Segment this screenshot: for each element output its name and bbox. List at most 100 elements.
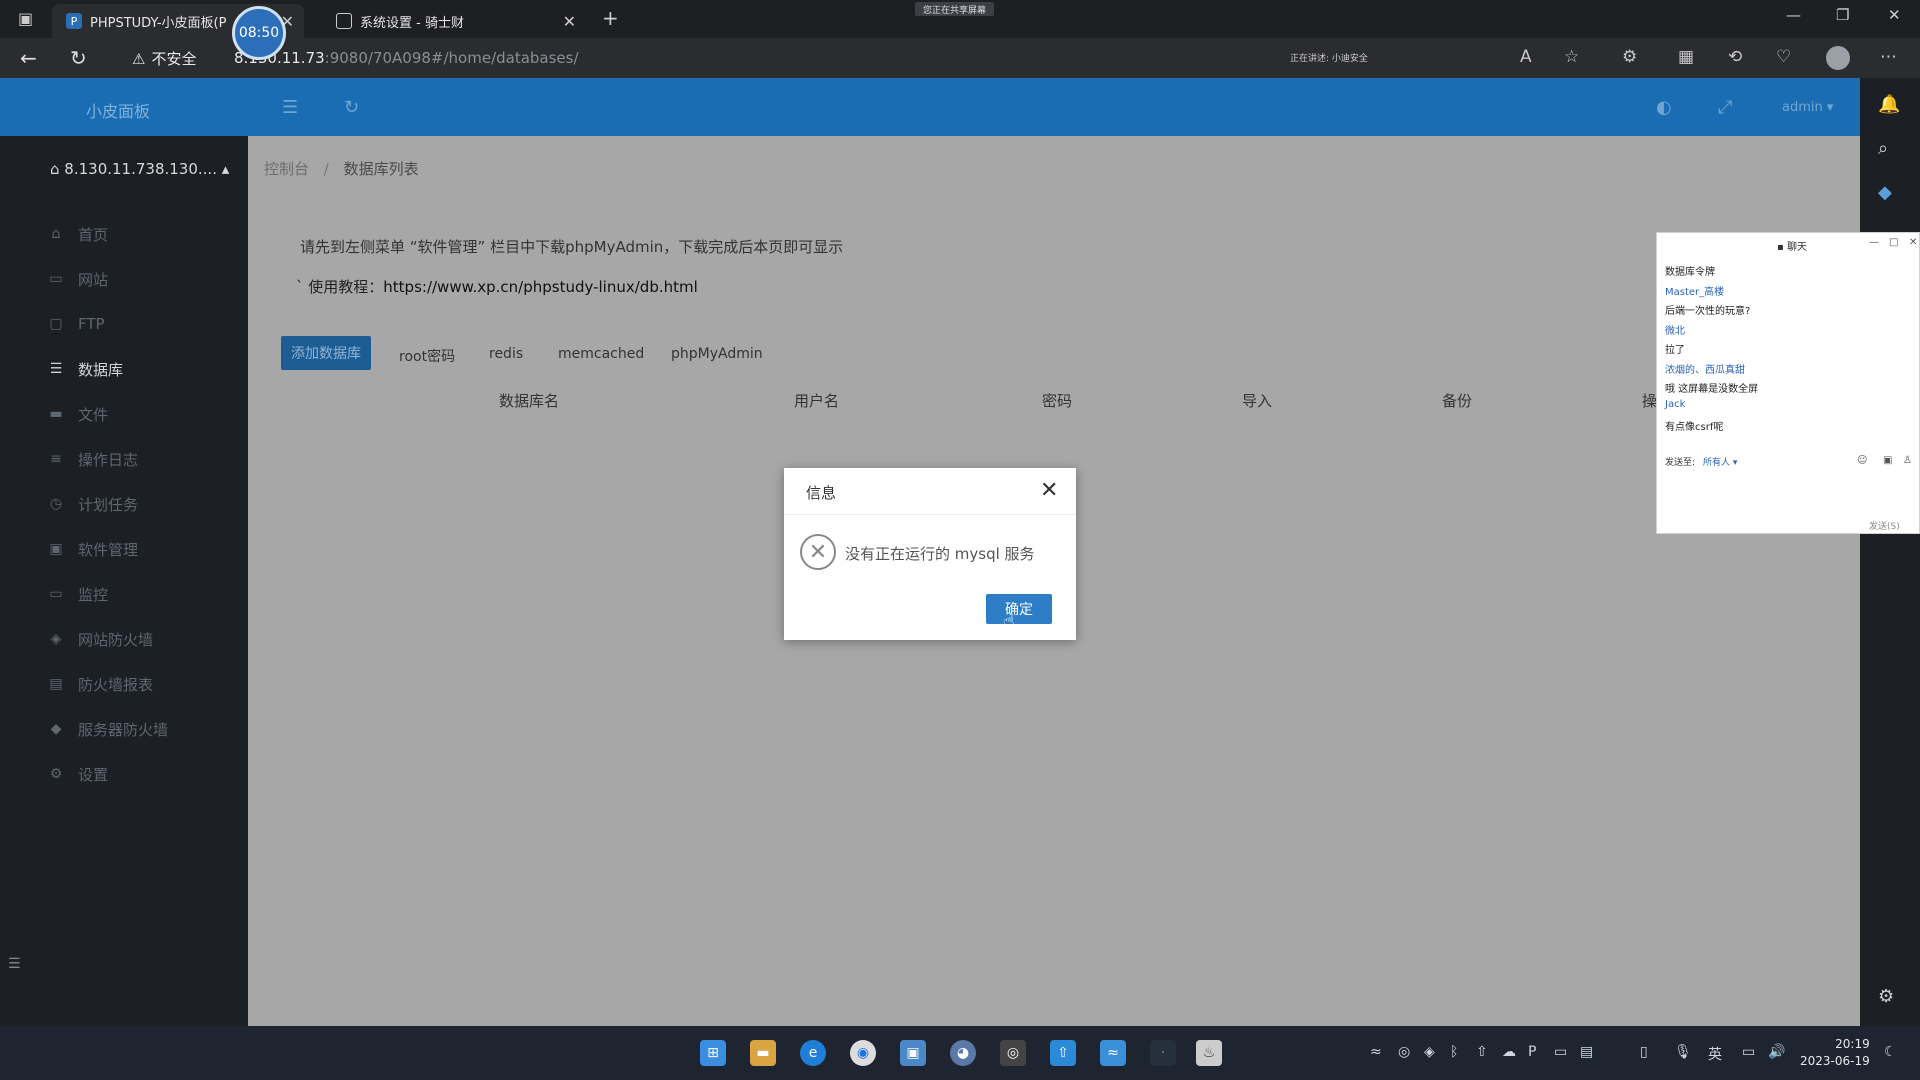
emoji-icon[interactable]: ☺ <box>1857 455 1867 466</box>
chat-title: ▪ 聊天 <box>1777 242 1807 253</box>
new-tab-button[interactable]: + <box>602 6 619 30</box>
tray-cloud-icon[interactable]: ☁ <box>1502 1044 1516 1060</box>
ok-button[interactable]: 确定 <box>986 594 1052 624</box>
globe-icon: ▭ <box>49 271 63 287</box>
meeting-icon[interactable]: ≈ <box>1100 1040 1126 1066</box>
col-password: 密码 <box>1042 392 1073 410</box>
clock[interactable]: 20:19 2023-06-19 <box>1800 1036 1870 1070</box>
chat-close-icon[interactable]: ✕ <box>1909 237 1917 248</box>
breadcrumb-home[interactable]: 控制台 <box>264 160 309 178</box>
phpmyadmin-button[interactable]: phpMyAdmin <box>671 346 763 362</box>
tray-shield-icon[interactable]: ◈ <box>1424 1044 1435 1060</box>
reload-icon[interactable]: ↻ <box>70 46 87 70</box>
health-icon[interactable]: ♡ <box>1776 47 1791 67</box>
sidebar: ⌂ 8.130.11.738.130.... ▴ ⌂ 首页 ▭ 网站 ▢ FTP ☰ 数… <box>0 136 248 1026</box>
sidebar-item-logs[interactable]: ≡ 操作日志 <box>48 447 138 471</box>
sidebar-item-database[interactable]: ☰ 数据库 <box>48 357 123 381</box>
close-tab-icon[interactable]: ✕ <box>563 12 576 31</box>
collapse-sidebar-icon[interactable]: ☰ <box>8 956 21 972</box>
avatar[interactable] <box>1826 46 1850 70</box>
close-window-icon[interactable]: ✕ <box>1888 6 1901 24</box>
tray-bluetooth-icon[interactable]: ᛒ <box>1450 1044 1458 1060</box>
file-icon[interactable]: ▣ <box>1883 455 1892 466</box>
read-aloud-icon[interactable]: A <box>1520 47 1532 67</box>
minimize-icon[interactable]: — <box>1786 6 1801 24</box>
tab-settings[interactable]: 系统设置 - 骑士财 ✕ <box>322 4 586 38</box>
screen-share-banner: 您正在共享屏幕 <box>915 2 995 16</box>
chat-recipient[interactable]: 发送至: 所有人 ▾ <box>1665 455 1737 468</box>
refresh-icon[interactable]: ↻ <box>344 97 359 118</box>
volume-icon[interactable]: 🔊 <box>1768 1044 1785 1060</box>
start-icon[interactable]: ⊞ <box>700 1040 726 1066</box>
user-menu[interactable]: admin ▾ <box>1782 100 1833 115</box>
sidebar-item-settings[interactable]: ⚙ 设置 <box>48 762 108 786</box>
chat-send-button[interactable]: 发送(S) <box>1869 519 1900 532</box>
tray-phone-icon[interactable]: ▯ <box>1640 1044 1648 1060</box>
server-selector[interactable]: ⌂ 8.130.11.738.130.... ▴ <box>50 160 229 178</box>
menu-toggle-icon[interactable]: ☰ <box>282 97 298 118</box>
sidebar-item-firewall-report[interactable]: ▤ 防火墙报表 <box>48 672 153 696</box>
person-icon[interactable]: ♙ <box>1903 455 1912 466</box>
narrator-status: 正在讲述: 小迪安全 <box>1290 54 1368 64</box>
history-icon[interactable]: ⟲ <box>1728 47 1742 67</box>
sidebar-item-files[interactable]: ▬ 文件 <box>48 402 108 426</box>
page-favicon-icon <box>336 13 352 29</box>
tray-app-icon[interactable]: ⇧ <box>1476 1044 1488 1060</box>
input-method-indicator[interactable]: 英 <box>1708 1044 1722 1064</box>
fullscreen-icon[interactable]: ⤢ <box>1718 97 1732 118</box>
phpmyadmin-notice: 请先到左侧菜单 “软件管理” 栏目中下载phpMyAdmin，下载完成后本页即可… <box>300 238 844 256</box>
tutorial-link[interactable]: https://www.xp.cn/phpstudy-linux/db.html <box>383 278 698 296</box>
add-database-button[interactable]: 添加数据库 <box>281 336 371 370</box>
memcached-button[interactable]: memcached <box>558 346 644 362</box>
tray-mic-icon[interactable]: 🎙 <box>1674 1044 1692 1060</box>
favorite-star-icon[interactable]: ☆ <box>1564 47 1579 67</box>
search-icon[interactable]: ⌕ <box>1878 138 1888 159</box>
browser-icon[interactable]: ◕ <box>950 1040 976 1066</box>
tab-actions-icon[interactable]: ▣ <box>18 9 33 28</box>
url-field[interactable]: 8.130.11.73:9080/70A098#/home/databases/ <box>234 49 579 67</box>
sidebar-item-cron[interactable]: ◷ 计划任务 <box>48 492 138 516</box>
sidebar-item-monitor[interactable]: ▭ 监控 <box>48 582 108 606</box>
extensions-icon[interactable]: ⚙ <box>1622 47 1637 67</box>
tray-network-icon[interactable]: ▤ <box>1580 1044 1593 1060</box>
tray-meeting-icon[interactable]: ≈ <box>1370 1044 1382 1060</box>
redis-button[interactable]: redis <box>489 346 523 362</box>
bell-icon[interactable]: 🔔 <box>1878 94 1900 115</box>
tray-monitor-icon[interactable]: ▭ <box>1742 1044 1755 1060</box>
file-explorer-icon[interactable]: ▬ <box>750 1040 776 1066</box>
settings-gear-icon[interactable]: ⚙ <box>1878 986 1894 1007</box>
java-icon[interactable]: ♨ <box>1196 1040 1222 1066</box>
back-icon[interactable]: ← <box>20 46 37 70</box>
maximize-icon[interactable]: ❐ <box>1836 6 1849 24</box>
tray-display-icon[interactable]: ▭ <box>1554 1044 1567 1060</box>
root-password-button[interactable]: root密码 <box>399 346 455 366</box>
edge-icon[interactable]: e <box>800 1040 826 1066</box>
chat-maximize-icon[interactable]: □ <box>1889 237 1898 248</box>
notification-icon[interactable]: ☾ <box>1884 1044 1897 1060</box>
sidebar-item-home[interactable]: ⌂ 首页 <box>48 222 108 246</box>
chat-minimize-icon[interactable]: — <box>1869 237 1879 248</box>
chat-sender: Jack <box>1665 399 1686 410</box>
steam-icon[interactable]: ◎ <box>1000 1040 1026 1066</box>
theme-icon[interactable]: ◐ <box>1656 97 1672 118</box>
security-indicator[interactable]: ⚠ 不安全 <box>132 48 196 69</box>
remote-desktop-icon[interactable]: ▣ <box>900 1040 926 1066</box>
gear-icon: ⚙ <box>49 766 63 782</box>
app-icon[interactable]: · <box>1150 1040 1176 1066</box>
sidebar-item-software[interactable]: ▣ 软件管理 <box>48 537 138 561</box>
tutorial-line: ` 使用教程：https://www.xp.cn/phpstudy-linux/… <box>296 278 698 296</box>
info-dialog: 信息 ✕ ✕ 没有正在运行的 mysql 服务 确定 <box>784 468 1076 640</box>
tray-capture-icon[interactable]: ◎ <box>1398 1044 1410 1060</box>
tray-phpstudy-icon[interactable]: P <box>1528 1044 1536 1060</box>
home-icon: ⌂ <box>51 226 61 242</box>
dialog-close-icon[interactable]: ✕ <box>1040 478 1058 503</box>
chrome-icon[interactable]: ◉ <box>850 1040 876 1066</box>
tool-icon[interactable]: ⇧ <box>1050 1040 1076 1066</box>
sidebar-item-website[interactable]: ▭ 网站 <box>48 267 108 291</box>
tag-icon[interactable]: ◆ <box>1878 182 1892 203</box>
sidebar-item-ftp[interactable]: ▢ FTP <box>48 312 104 336</box>
more-menu-icon[interactable]: ⋯ <box>1880 47 1897 67</box>
sidebar-item-server-firewall[interactable]: ◆ 服务器防火墙 <box>48 717 168 741</box>
sidebar-item-waf[interactable]: ◈ 网站防火墙 <box>48 627 153 651</box>
collections-icon[interactable]: ▦ <box>1678 47 1694 67</box>
